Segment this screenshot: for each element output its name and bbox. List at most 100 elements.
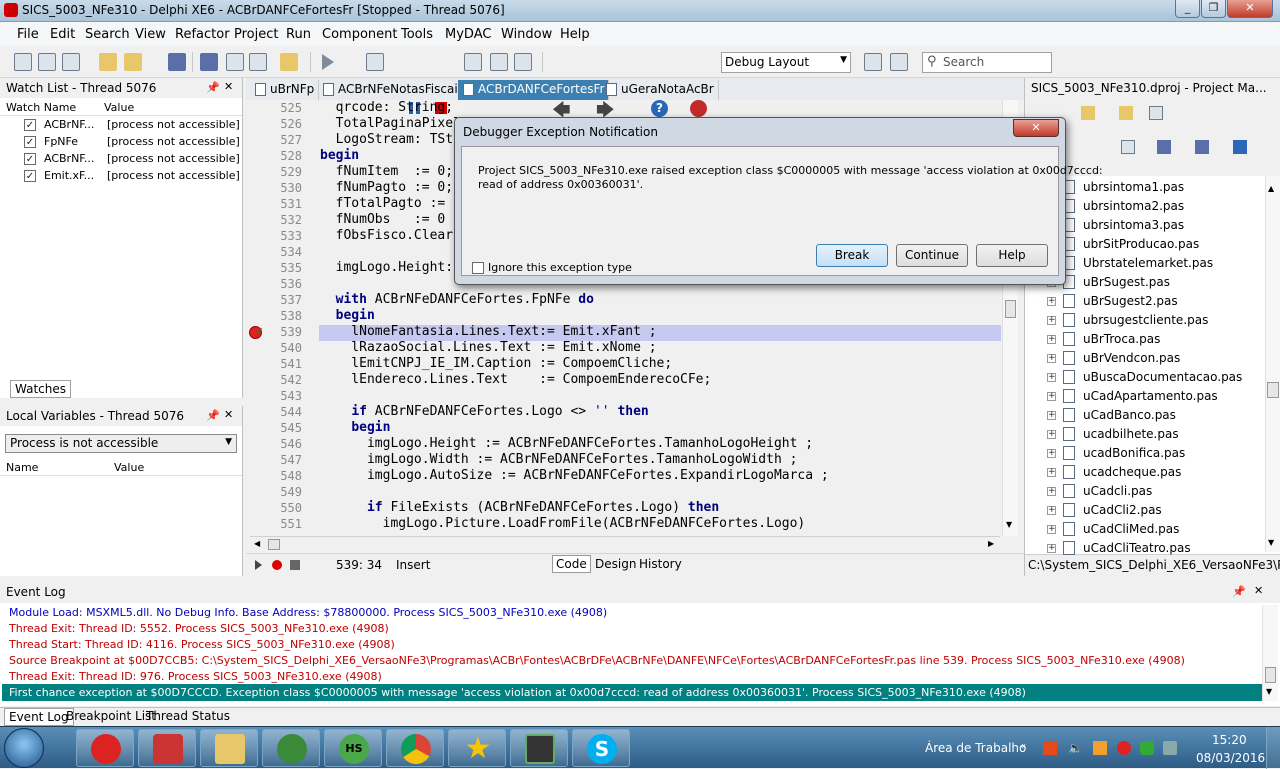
view-icon[interactable] <box>1149 106 1163 120</box>
expand-icon[interactable]: + <box>1047 392 1056 401</box>
project-file-item[interactable]: + ucadBonifica.pas <box>1025 444 1265 463</box>
col-watch-name[interactable]: Watch Name <box>6 100 76 116</box>
desktop-layout-select[interactable]: Debug Layout ▼ <box>721 52 851 73</box>
expand-icon[interactable]: + <box>1047 506 1056 515</box>
list-icon[interactable] <box>1121 140 1135 154</box>
network-icon[interactable] <box>1093 741 1107 755</box>
code-line[interactable]: lEndereco.Lines.Text := CompoemEnderecoC… <box>320 372 711 388</box>
build-icon[interactable] <box>1157 140 1171 154</box>
close-icon[interactable]: ✕ <box>224 80 233 93</box>
scroll-left-arrow-icon[interactable]: ◀ <box>254 539 260 548</box>
col-value[interactable]: Value <box>104 100 134 116</box>
restore-button[interactable]: ❐ <box>1201 0 1226 18</box>
speaker-icon[interactable]: 🔈 <box>1068 741 1083 755</box>
options-icon[interactable] <box>1195 140 1209 154</box>
project-file-item[interactable]: + uBrSugest2.pas <box>1025 292 1265 311</box>
close-icon[interactable]: ✕ <box>1254 584 1263 597</box>
show-hidden-icons-icon[interactable]: « <box>1020 741 1026 752</box>
clock-date[interactable]: 08/03/2016 <box>1196 751 1265 765</box>
trace-into-icon[interactable] <box>464 53 482 71</box>
code-line[interactable]: begin <box>320 308 375 324</box>
ide-search-input[interactable]: ⚲ Search <box>922 52 1052 73</box>
show-desktop-button[interactable] <box>1266 727 1280 769</box>
tab-watches[interactable]: Watches <box>10 380 71 398</box>
record-macro-icon[interactable] <box>272 560 282 570</box>
new-icon[interactable] <box>14 53 32 71</box>
event-log-line[interactable]: Module Load: MSXML5.dll. No Debug Info. … <box>9 605 607 621</box>
tab-event-log[interactable]: Event Log <box>4 708 74 726</box>
project-file-item[interactable]: + uCadCli2.pas <box>1025 501 1265 520</box>
code-line[interactable]: fNumItem := 0; <box>320 164 453 180</box>
menu-edit[interactable]: Edit <box>50 27 75 42</box>
taskbar-chrome[interactable] <box>386 729 444 767</box>
menu-mydac[interactable]: MyDAC <box>445 27 491 42</box>
minimize-button[interactable]: _ <box>1175 0 1200 18</box>
code-line[interactable]: begin <box>320 148 359 164</box>
close-window-button[interactable]: ✕ <box>1227 0 1273 18</box>
event-log-scrollbar[interactable]: ▼ <box>1262 605 1278 701</box>
start-button[interactable] <box>4 728 44 768</box>
taskbar-monitor[interactable] <box>510 729 568 767</box>
project-file-item[interactable]: + ucadbilhete.pas <box>1025 425 1265 444</box>
taskbar-network[interactable] <box>262 729 320 767</box>
expand-icon[interactable]: + <box>1047 487 1056 496</box>
code-line[interactable]: imgLogo.AutoSize := ACBrNFeDANFCeFortes.… <box>320 468 829 484</box>
tray-sync-icon[interactable] <box>1140 741 1154 755</box>
play-macro-icon[interactable] <box>255 560 262 570</box>
tab-ugeranotaacbr[interactable]: uGeraNotaAcBr <box>601 80 719 100</box>
project-file-item[interactable]: + uCadcli.pas <box>1025 482 1265 501</box>
watch-row[interactable]: ✓ Emit.xF... [process not accessible] <box>0 167 240 184</box>
watch-row[interactable]: ✓ ACBrNF... [process not accessible] <box>0 116 240 133</box>
code-line[interactable]: qrcode: String; <box>320 100 453 116</box>
copy-icon[interactable] <box>62 53 80 71</box>
dialog-close-button[interactable]: ✕ <box>1013 119 1059 137</box>
menu-file[interactable]: File <box>17 27 39 42</box>
project-file-item[interactable]: + uBuscaDocumentacao.pas <box>1025 368 1265 387</box>
code-line[interactable]: LogoStream: TStr <box>320 132 461 148</box>
watch-row[interactable]: ✓ FpNFe [process not accessible] <box>0 133 240 150</box>
code-line[interactable]: begin <box>320 420 390 436</box>
expand-icon[interactable]: + <box>1047 525 1056 534</box>
taskbar-delphi-2[interactable] <box>138 729 196 767</box>
scroll-thumb[interactable] <box>1265 667 1276 683</box>
pin-icon[interactable]: 📌 <box>206 81 220 94</box>
project-file-item[interactable]: + uBrVendcon.pas <box>1025 349 1265 368</box>
expand-icon[interactable]: + <box>1047 544 1056 553</box>
event-log-line[interactable]: Thread Exit: Thread ID: 976. Process SIC… <box>9 669 382 685</box>
tray-device-icon[interactable] <box>1163 741 1177 755</box>
add-folder-icon[interactable] <box>1081 106 1095 120</box>
code-line[interactable]: imgLogo.Picture.LoadFromFile(ACBrNFeDANF… <box>320 516 806 532</box>
ignore-exception-checkbox[interactable] <box>472 262 484 274</box>
remove-file-icon[interactable] <box>280 53 298 71</box>
menu-help[interactable]: Help <box>560 27 590 42</box>
menu-component[interactable]: Component <box>322 27 397 42</box>
project-file-item[interactable]: + uBrTroca.pas <box>1025 330 1265 349</box>
code-line[interactable]: if ACBrNFeDANFCeFortes.Logo <> '' then <box>320 404 648 420</box>
windows-flag-icon[interactable] <box>1043 741 1057 755</box>
watch-enabled-checkbox[interactable]: ✓ <box>24 153 36 165</box>
code-line[interactable]: imgLogo.Height := ACBrNFeDANFCeFortes.Ta… <box>320 436 813 452</box>
tab-thread-status[interactable]: Thread Status <box>146 709 230 723</box>
expand-icon[interactable]: + <box>1047 411 1056 420</box>
code-line[interactable]: TotalPaginaPixel <box>320 116 461 132</box>
tray-app-icon[interactable] <box>1117 741 1131 755</box>
taskbar-skype[interactable]: S <box>572 729 630 767</box>
scroll-thumb[interactable] <box>1005 300 1016 318</box>
menu-view[interactable]: View <box>135 27 166 42</box>
scroll-thumb[interactable] <box>1267 382 1279 398</box>
save-icon[interactable] <box>168 53 186 71</box>
scroll-down-arrow-icon[interactable]: ▼ <box>1268 538 1274 547</box>
expand-icon[interactable]: + <box>1047 468 1056 477</box>
expand-icon[interactable]: + <box>1047 373 1056 382</box>
project-file-item[interactable]: + ubrsugestcliente.pas <box>1025 311 1265 330</box>
project-file-item[interactable]: + ucadcheque.pas <box>1025 463 1265 482</box>
menu-refactor[interactable]: Refactor <box>175 27 230 42</box>
expand-icon[interactable]: + <box>1047 335 1056 344</box>
tab-code[interactable]: Code <box>552 555 591 573</box>
watch-row[interactable]: ✓ ACBrNF... [process not accessible] <box>0 150 240 167</box>
event-log-line[interactable]: Thread Start: Thread ID: 4116. Process S… <box>9 637 395 653</box>
tab-history[interactable]: History <box>636 556 685 572</box>
code-line[interactable]: if FileExists (ACBrNFeDANFCeFortes.Logo)… <box>320 500 719 516</box>
run-to-cursor-icon[interactable] <box>514 53 532 71</box>
menu-search[interactable]: Search <box>85 27 130 42</box>
